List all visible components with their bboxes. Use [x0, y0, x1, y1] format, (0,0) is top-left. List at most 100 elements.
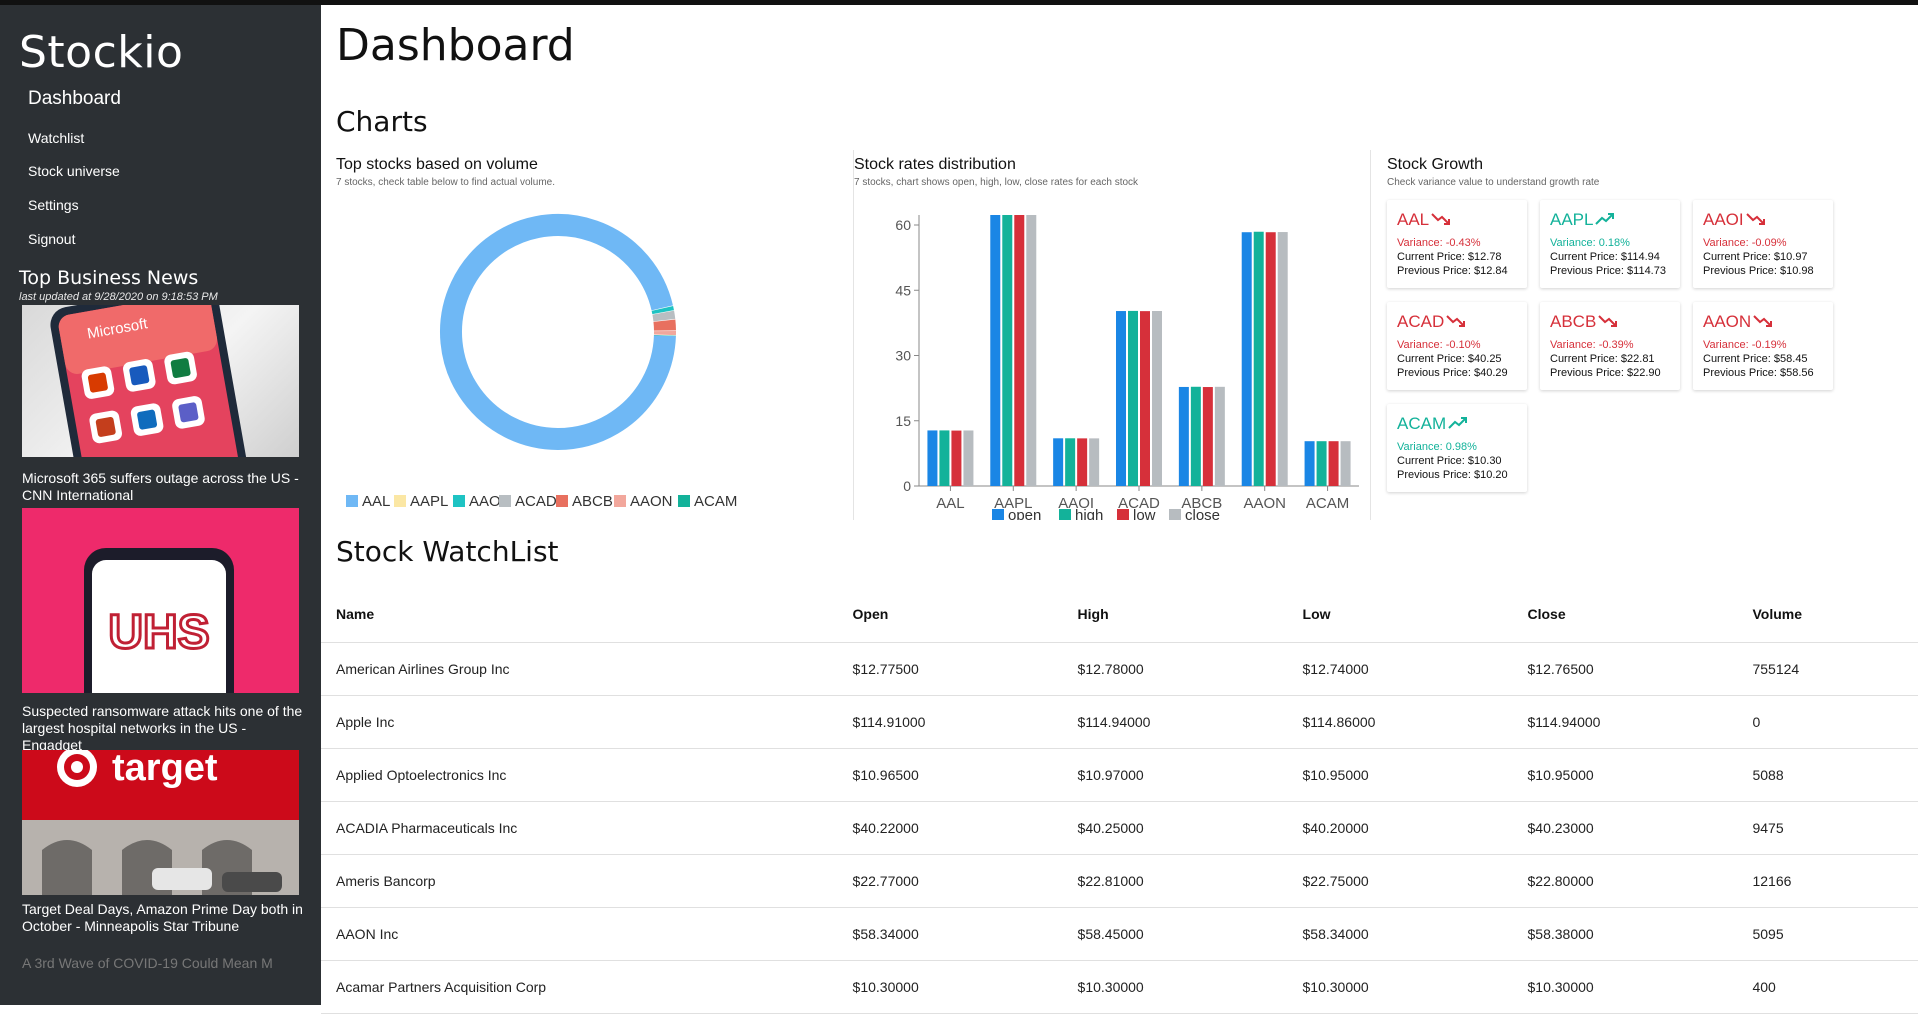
bar-aal-low[interactable]: [951, 431, 961, 486]
donut-slice-aaoi[interactable]: [662, 308, 663, 312]
y-tick-label: 45: [895, 282, 911, 298]
nav-stock-universe[interactable]: Stock universe: [28, 163, 120, 179]
volume-chart-panel: Top stocks based on volume 7 stocks, che…: [336, 150, 836, 520]
rates-chart-panel: Stock rates distribution 7 stocks, chart…: [853, 150, 1364, 520]
bar-aapl-close[interactable]: [1026, 215, 1036, 486]
growth-card-aaon[interactable]: AAONVariance: -0.19%Current Price: $58.4…: [1693, 302, 1833, 390]
volume-donut-chart[interactable]: AALAAPL AAOIACADABCB AAON ACAM: [336, 175, 836, 520]
growth-card-aaoi[interactable]: AAOIVariance: -0.09%Current Price: $10.9…: [1693, 200, 1833, 288]
trend-down-icon: [1431, 211, 1451, 231]
legend-swatch: [1117, 509, 1129, 520]
rates-bar-chart[interactable]: 015304560AALAAPLAAOIACADABCBAAONACAMopen…: [854, 175, 1364, 520]
bar-aal-open[interactable]: [927, 430, 937, 486]
bar-aaoi-low[interactable]: [1077, 438, 1087, 486]
cell-low: $10.95000: [1303, 749, 1528, 802]
donut-slice-aal[interactable]: [451, 225, 665, 439]
news-caption-target[interactable]: Target Deal Days, Amazon Prime Day both …: [22, 901, 307, 935]
legend-item-aaon[interactable]: AAON: [614, 493, 673, 510]
header-open[interactable]: Open: [853, 585, 1078, 643]
growth-card-abcb[interactable]: ABCBVariance: -0.39%Current Price: $22.8…: [1540, 302, 1680, 390]
bar-aaoi-high[interactable]: [1065, 438, 1075, 486]
donut-slice-acad[interactable]: [663, 313, 664, 320]
cell-close: $22.80000: [1528, 855, 1753, 908]
news-caption-uhs[interactable]: Suspected ransomware attack hits one of …: [22, 703, 307, 754]
news-caption-microsoft[interactable]: Microsoft 365 suffers outage across the …: [22, 470, 307, 504]
nav-watchlist[interactable]: Watchlist: [28, 130, 84, 146]
bar-acad-high[interactable]: [1128, 311, 1138, 486]
table-row[interactable]: Ameris Bancorp$22.77000$22.81000$22.7500…: [321, 855, 1918, 908]
legend-label: AAON: [630, 493, 673, 510]
growth-symbol: AAOI: [1703, 210, 1766, 231]
news-image-uhs[interactable]: UHS: [22, 508, 299, 693]
bar-aaoi-open[interactable]: [1053, 438, 1063, 486]
news-caption-next[interactable]: A 3rd Wave of COVID-19 Could Mean M: [22, 955, 273, 971]
growth-card-acad[interactable]: ACADVariance: -0.10%Current Price: $40.2…: [1387, 302, 1527, 390]
bar-aaon-high[interactable]: [1254, 232, 1264, 486]
cell-high: $114.94000: [1078, 696, 1303, 749]
bar-acam-high[interactable]: [1317, 441, 1327, 486]
news-image-microsoft[interactable]: Microsoft: [22, 305, 299, 457]
table-row[interactable]: ACADIA Pharmaceuticals Inc$40.22000$40.2…: [321, 802, 1918, 855]
bar-abcb-high[interactable]: [1191, 387, 1201, 486]
growth-symbol: AAON: [1703, 312, 1773, 333]
bar-aal-high[interactable]: [939, 430, 949, 486]
growth-previous-price: Previous Price: $12.84: [1397, 265, 1508, 277]
bar-aapl-open[interactable]: [990, 215, 1000, 486]
donut-slice-abcb[interactable]: [664, 321, 665, 331]
bar-abcb-low[interactable]: [1203, 387, 1213, 486]
nav-settings[interactable]: Settings: [28, 197, 79, 213]
bar-aal-close[interactable]: [963, 430, 973, 486]
news-item-uhs[interactable]: UHS Suspected ransomware attack hits one…: [22, 508, 299, 748]
bar-acad-low[interactable]: [1140, 311, 1150, 486]
legend-item-aal[interactable]: AAL: [346, 493, 390, 510]
bar-acad-close[interactable]: [1152, 311, 1162, 486]
bar-acam-close[interactable]: [1341, 441, 1351, 486]
header-volume[interactable]: Volume: [1752, 585, 1918, 643]
header-low[interactable]: Low: [1303, 585, 1528, 643]
bar-aapl-low[interactable]: [1014, 215, 1024, 486]
bar-acam-open[interactable]: [1305, 441, 1315, 486]
news-last-updated: last updated at 9/28/2020 on 9:18:53 PM: [19, 291, 218, 303]
bar-acam-low[interactable]: [1329, 441, 1339, 486]
bar-aaoi-close[interactable]: [1089, 438, 1099, 486]
table-row[interactable]: AAON Inc$58.34000$58.45000$58.34000$58.3…: [321, 908, 1918, 961]
header-close[interactable]: Close: [1528, 585, 1753, 643]
legend-item-close[interactable]: close: [1169, 507, 1220, 520]
growth-card-aapl[interactable]: AAPLVariance: 0.18%Current Price: $114.9…: [1540, 200, 1680, 288]
nav-signout[interactable]: Signout: [28, 231, 75, 247]
growth-current-price: Current Price: $58.45: [1703, 353, 1808, 365]
bar-abcb-close[interactable]: [1215, 387, 1225, 486]
news-image-target[interactable]: target: [22, 750, 299, 895]
news-item-target[interactable]: target Target Deal Days, Amazon Prime Da…: [22, 750, 299, 950]
bar-acad-open[interactable]: [1116, 311, 1126, 486]
legend-swatch: [556, 495, 568, 507]
bar-abcb-open[interactable]: [1179, 387, 1189, 486]
legend-item-abcb[interactable]: ABCB: [556, 493, 613, 510]
bar-aapl-high[interactable]: [1002, 215, 1012, 486]
table-row[interactable]: American Airlines Group Inc$12.77500$12.…: [321, 643, 1918, 696]
legend-item-acam[interactable]: ACAM: [678, 493, 737, 510]
cell-open: $58.34000: [853, 908, 1078, 961]
legend-item-aapl[interactable]: AAPL: [394, 493, 448, 510]
nav-dashboard[interactable]: Dashboard: [28, 88, 121, 110]
header-name[interactable]: Name: [321, 585, 853, 643]
cell-name: Ameris Bancorp: [321, 855, 853, 908]
growth-card-aal[interactable]: AALVariance: -0.43%Current Price: $12.78…: [1387, 200, 1527, 288]
bar-aaon-low[interactable]: [1266, 232, 1276, 486]
growth-symbol: AAL: [1397, 210, 1451, 231]
growth-symbol-text: ACAM: [1397, 414, 1446, 433]
header-high[interactable]: High: [1078, 585, 1303, 643]
table-row[interactable]: Apple Inc$114.91000$114.94000$114.86000$…: [321, 696, 1918, 749]
table-row[interactable]: Acamar Partners Acquisition Corp$10.3000…: [321, 961, 1918, 1014]
cell-high: $10.30000: [1078, 961, 1303, 1014]
watchlist-header-row: Name Open High Low Close Volume: [321, 585, 1918, 643]
trend-down-icon: [1446, 313, 1466, 333]
news-item-microsoft[interactable]: Microsoft Microsoft 365 suffers outage a…: [22, 305, 299, 505]
legend-item-aaoi[interactable]: AAOI: [453, 493, 505, 510]
table-row[interactable]: Applied Optoelectronics Inc$10.96500$10.…: [321, 749, 1918, 802]
bar-aaon-open[interactable]: [1242, 232, 1252, 486]
growth-card-acam[interactable]: ACAMVariance: 0.98%Current Price: $10.30…: [1387, 404, 1527, 492]
bar-aaon-close[interactable]: [1278, 232, 1288, 486]
brand-logo[interactable]: Stockio: [19, 27, 183, 78]
legend-item-acad[interactable]: ACAD: [499, 493, 557, 510]
